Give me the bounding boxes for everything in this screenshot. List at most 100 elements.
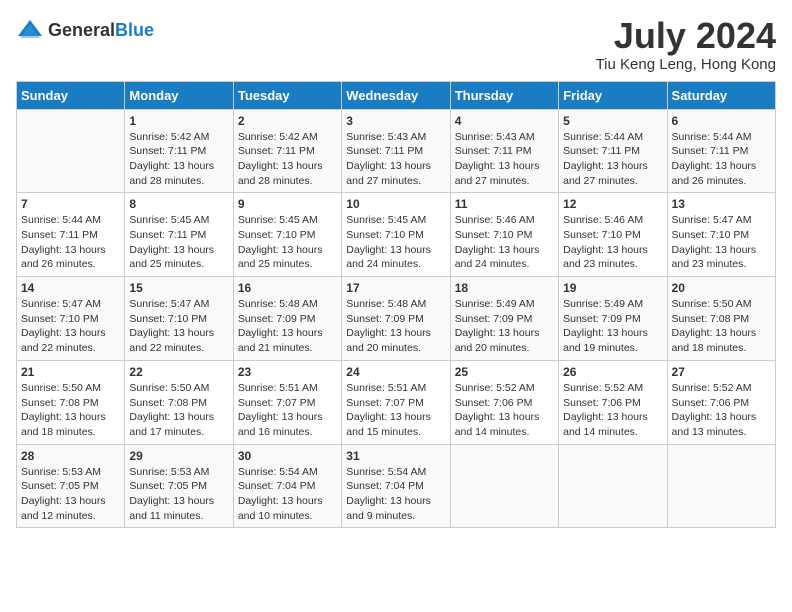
cell-info: Sunrise: 5:52 AMSunset: 7:06 PMDaylight:…	[455, 381, 554, 440]
day-number: 28	[21, 449, 120, 463]
day-number: 8	[129, 197, 228, 211]
cell-info: Sunrise: 5:44 AMSunset: 7:11 PMDaylight:…	[563, 130, 662, 189]
cell-info: Sunrise: 5:52 AMSunset: 7:06 PMDaylight:…	[672, 381, 771, 440]
col-header-wednesday: Wednesday	[342, 81, 450, 109]
calendar-week-2: 7Sunrise: 5:44 AMSunset: 7:11 PMDaylight…	[17, 193, 776, 277]
cell-info: Sunrise: 5:47 AMSunset: 7:10 PMDaylight:…	[672, 213, 771, 272]
cell-info: Sunrise: 5:49 AMSunset: 7:09 PMDaylight:…	[563, 297, 662, 356]
cell-info: Sunrise: 5:44 AMSunset: 7:11 PMDaylight:…	[672, 130, 771, 189]
day-number: 27	[672, 365, 771, 379]
day-number: 1	[129, 114, 228, 128]
calendar-cell: 16 Sunrise: 5:48 AMSunset: 7:09 PMDayligh…	[233, 277, 341, 361]
day-number: 30	[238, 449, 337, 463]
day-number: 19	[563, 281, 662, 295]
calendar-cell: 21 Sunrise: 5:50 AMSunset: 7:08 PMDayligh…	[17, 360, 125, 444]
day-number: 25	[455, 365, 554, 379]
day-number: 4	[455, 114, 554, 128]
cell-info: Sunrise: 5:47 AMSunset: 7:10 PMDaylight:…	[129, 297, 228, 356]
location: Tiu Keng Leng, Hong Kong	[596, 56, 776, 73]
cell-info: Sunrise: 5:52 AMSunset: 7:06 PMDaylight:…	[563, 381, 662, 440]
calendar-cell: 13 Sunrise: 5:47 AMSunset: 7:10 PMDayligh…	[667, 193, 775, 277]
col-header-saturday: Saturday	[667, 81, 775, 109]
col-header-sunday: Sunday	[17, 81, 125, 109]
logo-icon	[16, 16, 44, 44]
day-number: 7	[21, 197, 120, 211]
cell-info: Sunrise: 5:45 AMSunset: 7:10 PMDaylight:…	[346, 213, 445, 272]
calendar-cell: 8 Sunrise: 5:45 AMSunset: 7:11 PMDaylight…	[125, 193, 233, 277]
day-number: 5	[563, 114, 662, 128]
month-year: July 2024	[596, 16, 776, 56]
cell-info: Sunrise: 5:43 AMSunset: 7:11 PMDaylight:…	[346, 130, 445, 189]
calendar-cell: 7Sunrise: 5:44 AMSunset: 7:11 PMDaylight…	[17, 193, 125, 277]
calendar-cell: 27 Sunrise: 5:52 AMSunset: 7:06 PMDayligh…	[667, 360, 775, 444]
calendar-cell: 30 Sunrise: 5:54 AMSunset: 7:04 PMDayligh…	[233, 444, 341, 528]
calendar-cell: 24Sunrise: 5:51 AMSunset: 7:07 PMDayligh…	[342, 360, 450, 444]
day-number: 29	[129, 449, 228, 463]
day-number: 2	[238, 114, 337, 128]
calendar-week-3: 14 Sunrise: 5:47 AMSunset: 7:10 PMDayligh…	[17, 277, 776, 361]
cell-info: Sunrise: 5:53 AMSunset: 7:05 PMDaylight:…	[21, 465, 120, 524]
cell-info: Sunrise: 5:53 AMSunset: 7:05 PMDaylight:…	[129, 465, 228, 524]
day-number: 22	[129, 365, 228, 379]
col-header-tuesday: Tuesday	[233, 81, 341, 109]
calendar-cell: 4 Sunrise: 5:43 AMSunset: 7:11 PMDaylight…	[450, 109, 558, 193]
day-number: 26	[563, 365, 662, 379]
page-header: GeneralBlue July 2024 Tiu Keng Leng, Hon…	[16, 16, 776, 73]
calendar-cell: 31Sunrise: 5:54 AMSunset: 7:04 PMDayligh…	[342, 444, 450, 528]
logo-blue: Blue	[115, 20, 154, 40]
cell-info: Sunrise: 5:49 AMSunset: 7:09 PMDaylight:…	[455, 297, 554, 356]
calendar-cell: 9 Sunrise: 5:45 AMSunset: 7:10 PMDaylight…	[233, 193, 341, 277]
calendar-cell: 19 Sunrise: 5:49 AMSunset: 7:09 PMDayligh…	[559, 277, 667, 361]
day-number: 21	[21, 365, 120, 379]
cell-info: Sunrise: 5:47 AMSunset: 7:10 PMDaylight:…	[21, 297, 120, 356]
day-number: 23	[238, 365, 337, 379]
cell-info: Sunrise: 5:50 AMSunset: 7:08 PMDaylight:…	[672, 297, 771, 356]
cell-info: Sunrise: 5:48 AMSunset: 7:09 PMDaylight:…	[238, 297, 337, 356]
calendar-cell: 12Sunrise: 5:46 AMSunset: 7:10 PMDayligh…	[559, 193, 667, 277]
day-number: 14	[21, 281, 120, 295]
calendar-cell: 20Sunrise: 5:50 AMSunset: 7:08 PMDayligh…	[667, 277, 775, 361]
cell-info: Sunrise: 5:45 AMSunset: 7:10 PMDaylight:…	[238, 213, 337, 272]
calendar-cell	[17, 109, 125, 193]
cell-info: Sunrise: 5:43 AMSunset: 7:11 PMDaylight:…	[455, 130, 554, 189]
cell-info: Sunrise: 5:51 AMSunset: 7:07 PMDaylight:…	[346, 381, 445, 440]
cell-info: Sunrise: 5:48 AMSunset: 7:09 PMDaylight:…	[346, 297, 445, 356]
cell-info: Sunrise: 5:45 AMSunset: 7:11 PMDaylight:…	[129, 213, 228, 272]
cell-info: Sunrise: 5:54 AMSunset: 7:04 PMDaylight:…	[346, 465, 445, 524]
calendar-cell: 3Sunrise: 5:43 AMSunset: 7:11 PMDaylight…	[342, 109, 450, 193]
cell-info: Sunrise: 5:42 AMSunset: 7:11 PMDaylight:…	[129, 130, 228, 189]
logo: GeneralBlue	[16, 16, 154, 44]
logo-text: GeneralBlue	[48, 20, 154, 41]
calendar-cell: 10Sunrise: 5:45 AMSunset: 7:10 PMDayligh…	[342, 193, 450, 277]
calendar-cell	[667, 444, 775, 528]
calendar-cell: 1 Sunrise: 5:42 AMSunset: 7:11 PMDaylight…	[125, 109, 233, 193]
logo-general: General	[48, 20, 115, 40]
calendar-cell: 28 Sunrise: 5:53 AMSunset: 7:05 PMDayligh…	[17, 444, 125, 528]
day-number: 12	[563, 197, 662, 211]
cell-info: Sunrise: 5:50 AMSunset: 7:08 PMDaylight:…	[129, 381, 228, 440]
calendar-week-5: 28 Sunrise: 5:53 AMSunset: 7:05 PMDayligh…	[17, 444, 776, 528]
calendar-cell: 14 Sunrise: 5:47 AMSunset: 7:10 PMDayligh…	[17, 277, 125, 361]
day-number: 17	[346, 281, 445, 295]
calendar-table: SundayMondayTuesdayWednesdayThursdayFrid…	[16, 81, 776, 529]
title-block: July 2024 Tiu Keng Leng, Hong Kong	[596, 16, 776, 73]
col-header-friday: Friday	[559, 81, 667, 109]
day-number: 16	[238, 281, 337, 295]
calendar-cell: 15Sunrise: 5:47 AMSunset: 7:10 PMDayligh…	[125, 277, 233, 361]
calendar-cell	[450, 444, 558, 528]
calendar-cell: 29 Sunrise: 5:53 AMSunset: 7:05 PMDayligh…	[125, 444, 233, 528]
calendar-week-4: 21 Sunrise: 5:50 AMSunset: 7:08 PMDayligh…	[17, 360, 776, 444]
day-number: 6	[672, 114, 771, 128]
calendar-cell: 26 Sunrise: 5:52 AMSunset: 7:06 PMDayligh…	[559, 360, 667, 444]
day-number: 18	[455, 281, 554, 295]
cell-info: Sunrise: 5:54 AMSunset: 7:04 PMDaylight:…	[238, 465, 337, 524]
calendar-cell: 22 Sunrise: 5:50 AMSunset: 7:08 PMDayligh…	[125, 360, 233, 444]
cell-info: Sunrise: 5:50 AMSunset: 7:08 PMDaylight:…	[21, 381, 120, 440]
day-number: 13	[672, 197, 771, 211]
calendar-cell	[559, 444, 667, 528]
day-number: 9	[238, 197, 337, 211]
calendar-cell: 2Sunrise: 5:42 AMSunset: 7:11 PMDaylight…	[233, 109, 341, 193]
cell-info: Sunrise: 5:51 AMSunset: 7:07 PMDaylight:…	[238, 381, 337, 440]
calendar-week-1: 1 Sunrise: 5:42 AMSunset: 7:11 PMDaylight…	[17, 109, 776, 193]
calendar-cell: 18 Sunrise: 5:49 AMSunset: 7:09 PMDayligh…	[450, 277, 558, 361]
